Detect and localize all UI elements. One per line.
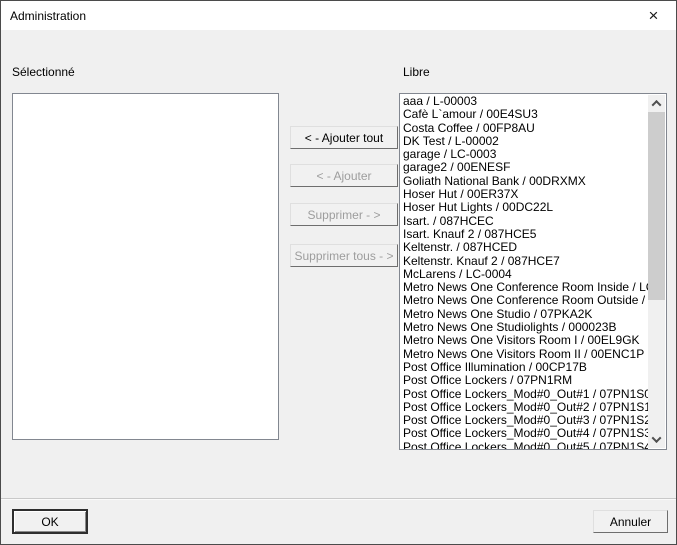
add-all-label: < - Ajouter tout (304, 130, 384, 145)
list-item[interactable]: DK Test / L-00002 (403, 135, 648, 148)
scroll-up-button[interactable] (648, 95, 665, 112)
cancel-label: Annuler (609, 514, 652, 529)
titlebar: Administration × (1, 1, 676, 30)
window-title: Administration (10, 8, 87, 23)
remove-all-button[interactable]: Supprimer tous - > (290, 244, 398, 267)
list-item[interactable]: Metro News One Conference Room Outside /… (403, 294, 648, 307)
list-item[interactable]: Metro News One Studio / 07PKA2K (403, 308, 648, 321)
remove-all-label: Supprimer tous - > (294, 248, 394, 263)
list-item[interactable]: Hoser Hut Lights / 00DC22L (403, 201, 648, 214)
close-icon: × (648, 5, 659, 25)
list-item[interactable]: Post Office Lockers_Mod#0_Out#2 / 07PN1S… (403, 401, 648, 414)
list-item[interactable]: Metro News One Conference Room Inside / … (403, 281, 648, 294)
cancel-button[interactable]: Annuler (593, 510, 668, 533)
list-item[interactable]: garage2 / 00ENESF (403, 161, 648, 174)
list-item[interactable]: Isart. / 087HCEC (403, 215, 648, 228)
list-item[interactable]: garage / LC-0003 (403, 148, 648, 161)
list-item[interactable]: Post Office Lockers_Mod#0_Out#4 / 07PN1S… (403, 427, 648, 440)
scroll-down-button[interactable] (648, 431, 665, 448)
list-item[interactable]: Goliath National Bank / 00DRXMX (403, 175, 648, 188)
free-list-items: aaa / L-00003 Cafè L`amour / 00E4SU3 Costa… (400, 95, 648, 449)
dialog-administration: Administration × Sélectionné Libre < - A… (0, 0, 677, 545)
list-item[interactable]: Post Office Lockers_Mod#0_Out#5 / 07PN1S… (403, 441, 648, 449)
chevron-up-icon (651, 99, 662, 110)
footer-separator (1, 498, 676, 500)
add-label: < - Ajouter (316, 168, 372, 183)
add-all-button[interactable]: < - Ajouter tout (290, 126, 398, 149)
add-button[interactable]: < - Ajouter (290, 164, 398, 187)
list-item[interactable]: Keltenstr. Knauf 2 / 087HCE7 (403, 255, 648, 268)
scroll-thumb[interactable] (648, 112, 665, 300)
remove-button[interactable]: Supprimer - > (290, 203, 398, 226)
list-item[interactable]: Keltenstr. / 087HCED (403, 241, 648, 254)
free-listbox[interactable]: aaa / L-00003 Cafè L`amour / 00E4SU3 Costa… (399, 93, 667, 450)
list-item[interactable]: Metro News One Visitors Room I / 00EL9GK (403, 334, 648, 347)
ok-label: OK (41, 514, 59, 529)
free-list-scrollbar[interactable] (648, 95, 665, 448)
remove-label: Supprimer - > (307, 207, 381, 222)
chevron-down-icon (651, 433, 662, 444)
list-item[interactable]: Metro News One Studiolights / 000023B (403, 321, 648, 334)
selected-list-items (13, 95, 278, 439)
list-item[interactable]: McLarens / LC-0004 (403, 268, 648, 281)
ok-button[interactable]: OK (12, 509, 88, 534)
close-button[interactable]: × (631, 1, 676, 29)
list-item[interactable]: Metro News One Visitors Room II / 00ENC1… (403, 348, 648, 361)
list-item[interactable]: Post Office Illumination / 00CP17B (403, 361, 648, 374)
list-item[interactable]: Cafè L`amour / 00E4SU3 (403, 108, 648, 121)
free-label: Libre (403, 65, 430, 79)
list-item[interactable]: Post Office Lockers / 07PN1RM (403, 374, 648, 387)
selected-listbox[interactable] (12, 93, 279, 440)
list-item[interactable]: aaa / L-00003 (403, 95, 648, 108)
list-item[interactable]: Isart. Knauf 2 / 087HCE5 (403, 228, 648, 241)
list-item[interactable]: Post Office Lockers_Mod#0_Out#3 / 07PN1S… (403, 414, 648, 427)
list-item[interactable]: Hoser Hut / 00ER37X (403, 188, 648, 201)
selected-label: Sélectionné (12, 65, 75, 79)
list-item[interactable]: Costa Coffee / 00FP8AU (403, 122, 648, 135)
list-item[interactable]: Post Office Lockers_Mod#0_Out#1 / 07PN1S… (403, 388, 648, 401)
